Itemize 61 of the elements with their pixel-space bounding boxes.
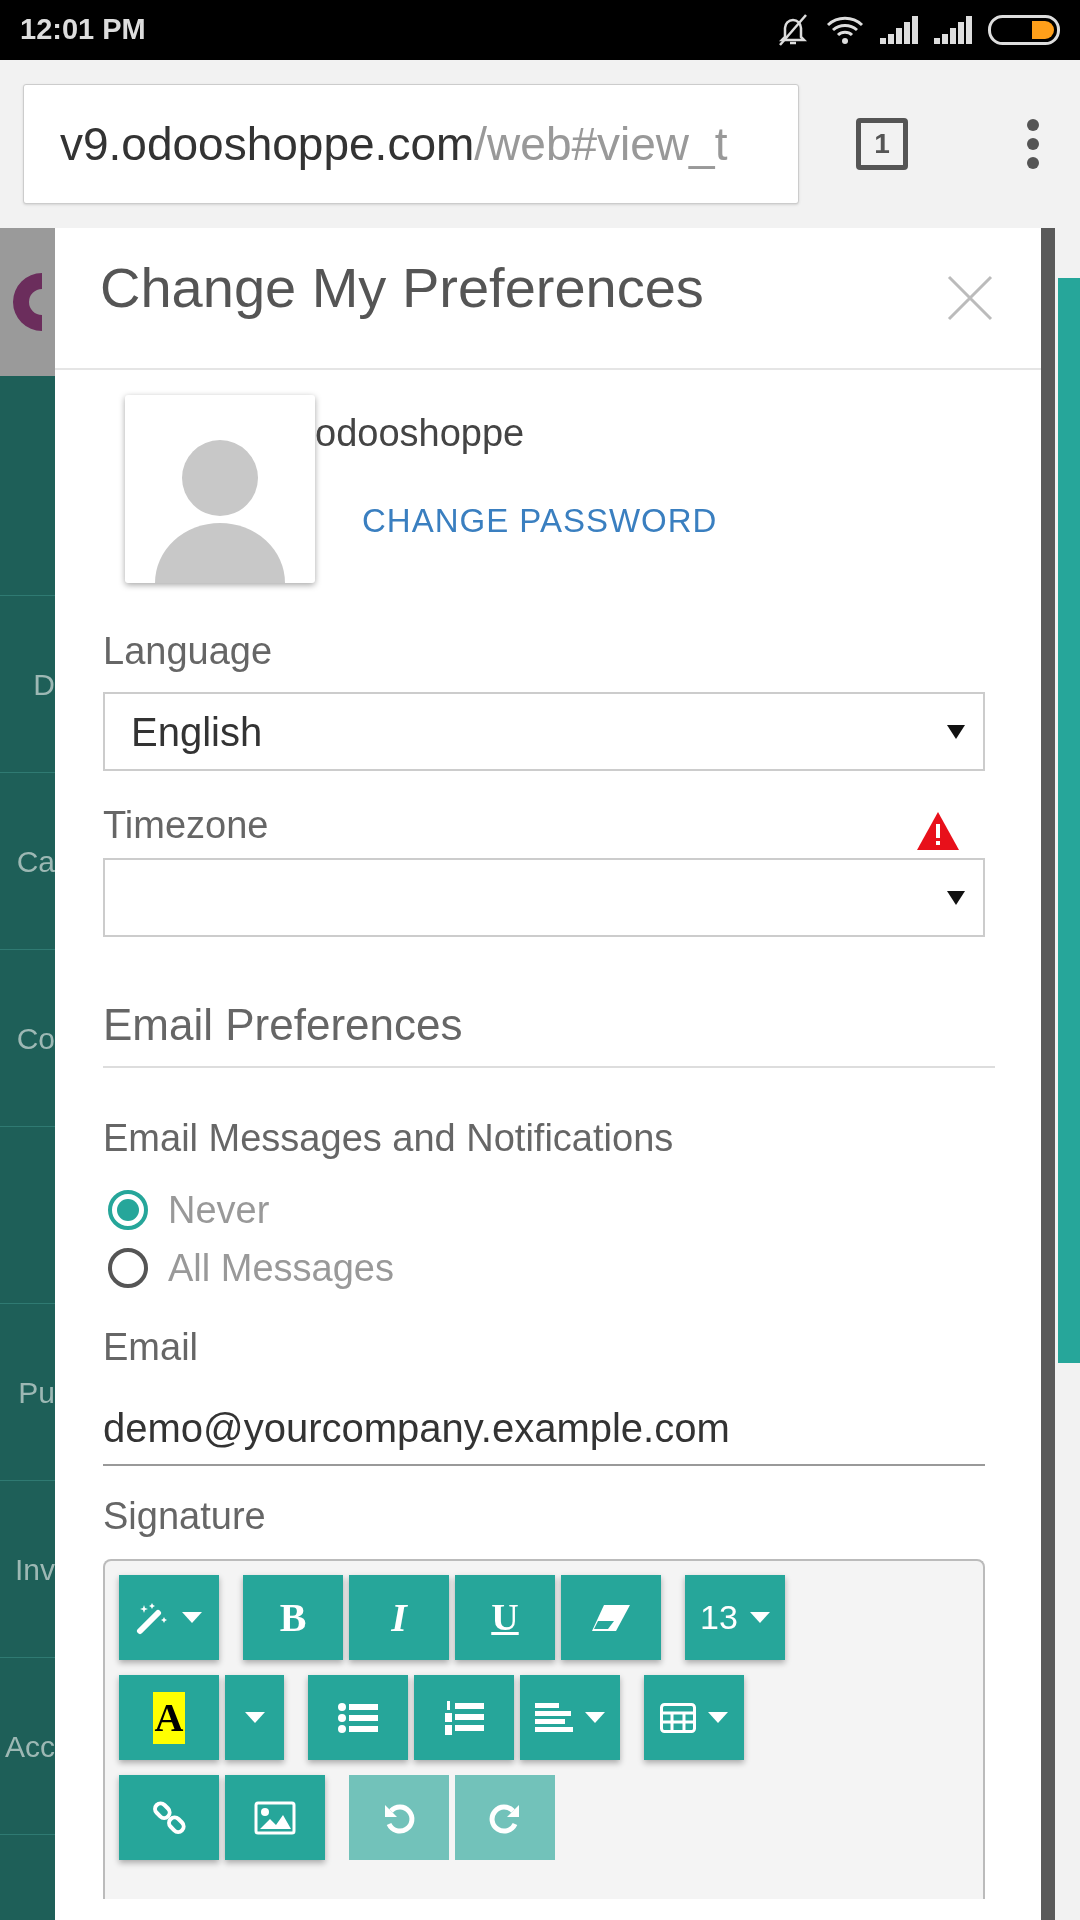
- sidebar-item[interactable]: Inv: [14, 1546, 55, 1592]
- field-label: Language: [103, 629, 274, 674]
- timezone-select[interactable]: [103, 858, 985, 937]
- email-field[interactable]: demo@yourcompany.example.com: [103, 1398, 985, 1466]
- language-select[interactable]: English: [103, 692, 985, 771]
- toolbar-button[interactable]: [561, 1575, 661, 1660]
- sidebar-item[interactable]: Ca: [16, 838, 55, 884]
- toolbar-button[interactable]: [414, 1675, 514, 1760]
- field-label: Timezone: [103, 803, 269, 848]
- caret-icon: [182, 1612, 202, 1623]
- bell-muted-icon: [776, 13, 810, 47]
- toolbar-button[interactable]: [119, 1575, 219, 1660]
- clock: 12:01 PM: [20, 12, 146, 48]
- caret-icon: [244, 1712, 265, 1723]
- eraser-icon: [590, 1602, 632, 1633]
- toolbar-button[interactable]: A: [119, 1675, 219, 1760]
- caret-icon: [749, 1612, 770, 1623]
- radio-button[interactable]: [108, 1248, 148, 1288]
- signature-editor[interactable]: B I U 13 A: [103, 1559, 985, 1899]
- table-icon: [660, 1702, 696, 1733]
- toolbar-button[interactable]: [308, 1675, 408, 1760]
- section-heading: Email Preferences: [103, 1000, 463, 1049]
- image-icon: [254, 1800, 296, 1835]
- caret-icon: [585, 1712, 605, 1723]
- dropdown-arrow-icon: [947, 724, 965, 739]
- more-menu-icon[interactable]: [1026, 118, 1040, 170]
- numbered-list-icon: [444, 1699, 484, 1736]
- change-password-link[interactable]: CHANGE PASSWORD: [362, 496, 718, 546]
- link-icon: [152, 1800, 186, 1835]
- close-icon[interactable]: [947, 275, 993, 321]
- radio-label[interactable]: All Messages: [168, 1239, 394, 1297]
- toolbar-button[interactable]: B: [243, 1575, 343, 1660]
- user-name: odooshoppe: [315, 411, 526, 456]
- align-left-icon: [535, 1702, 573, 1733]
- signal-icon: [880, 16, 918, 44]
- caret-icon: [708, 1712, 728, 1723]
- toolbar-button[interactable]: 13: [685, 1575, 785, 1660]
- radio-label[interactable]: Never: [168, 1181, 270, 1239]
- toolbar-button[interactable]: [225, 1775, 325, 1860]
- bullet-list-icon: [338, 1702, 378, 1733]
- dropdown-arrow-icon: [947, 890, 965, 905]
- tab-switcher-button[interactable]: 1: [856, 118, 908, 170]
- wifi-icon: [826, 15, 864, 45]
- field-label: Email: [103, 1325, 200, 1370]
- toolbar-button[interactable]: [644, 1675, 744, 1760]
- toolbar-button[interactable]: I: [349, 1575, 449, 1660]
- toolbar-button[interactable]: [520, 1675, 620, 1760]
- toolbar-button[interactable]: U: [455, 1575, 555, 1660]
- dialog-title: Change My Preferences: [100, 255, 704, 321]
- field-label: Email Messages and Notifications: [103, 1116, 675, 1161]
- radio-button[interactable]: [108, 1190, 148, 1230]
- sidebar-item[interactable]: Pu: [18, 1369, 55, 1415]
- sidebar-item[interactable]: Acc: [5, 1723, 55, 1769]
- field-label: Signature: [103, 1494, 267, 1539]
- signal-icon: [934, 16, 972, 44]
- sidebar-item[interactable]: Co: [16, 1015, 55, 1061]
- battery-icon: [988, 15, 1060, 45]
- address-bar[interactable]: v9.odooshoppe.com/web#view_t: [23, 84, 799, 204]
- sidebar-item[interactable]: D: [33, 661, 55, 707]
- toolbar-button[interactable]: [119, 1775, 219, 1860]
- dropdown-button[interactable]: [225, 1675, 284, 1760]
